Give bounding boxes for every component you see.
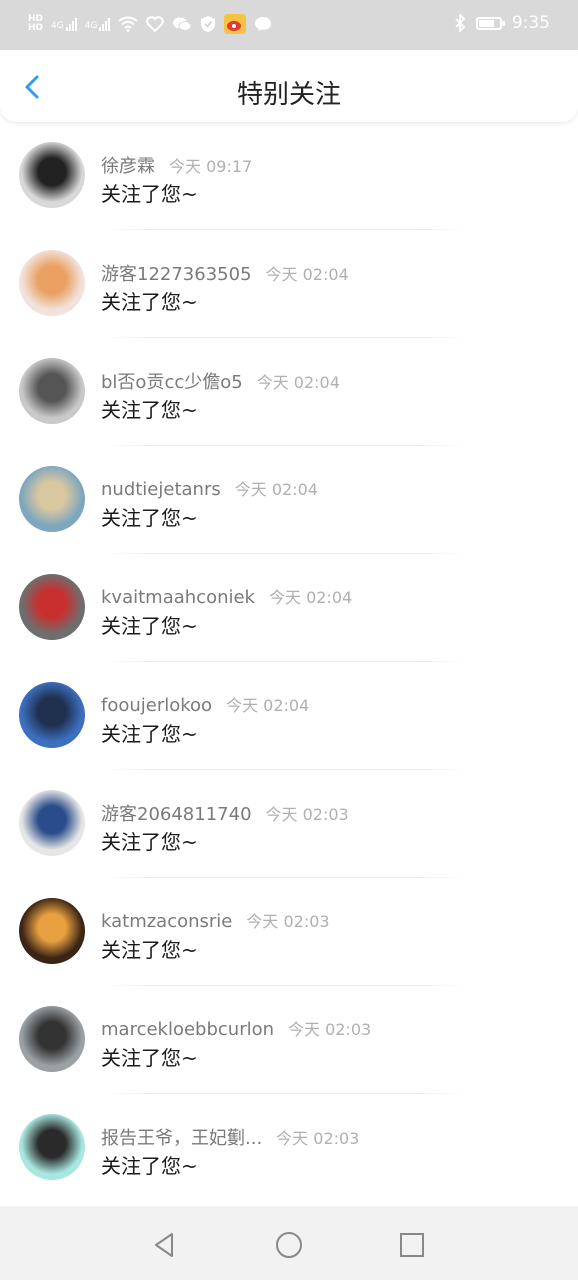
timestamp: 今天 02:04 [265, 265, 349, 284]
list-item[interactable]: katmzaconsrie 今天 02:03 关注了您~ [0, 878, 578, 986]
avatar[interactable] [19, 682, 85, 748]
timestamp: 今天 02:03 [265, 805, 349, 824]
user-name[interactable]: bl否o贡cc少儋o5 [101, 372, 243, 393]
user-name[interactable]: 徐彦霖 [101, 156, 155, 177]
timestamp: 今天 02:04 [256, 373, 340, 392]
system-nav-bar [0, 1206, 578, 1280]
signal-icon: 4G [85, 17, 111, 31]
timestamp: 今天 02:04 [226, 696, 310, 715]
wifi-icon [118, 16, 139, 32]
list-item[interactable]: bl否o贡cc少儋o5 今天 02:04 关注了您~ [0, 338, 578, 446]
list-item[interactable]: 报告王爷，王妃劐... 今天 02:03 关注了您~ [0, 1094, 578, 1202]
list-item[interactable]: marcekloebbcurlon 今天 02:03 关注了您~ [0, 986, 578, 1094]
weibo-icon [224, 14, 247, 34]
avatar[interactable] [19, 1006, 85, 1072]
avatar[interactable] [19, 358, 85, 424]
chat-bubble-icon [255, 17, 272, 31]
recents-square-icon[interactable] [397, 1230, 427, 1260]
list-item[interactable]: 游客1227363505 今天 02:04 关注了您~ [0, 230, 578, 338]
signal-icon: 4G [51, 17, 77, 31]
avatar[interactable] [19, 142, 85, 208]
notification-message: 关注了您~ [101, 1154, 198, 1178]
back-triangle-icon[interactable] [150, 1230, 180, 1260]
list-item[interactable]: fooujerlokoo 今天 02:04 关注了您~ [0, 662, 578, 770]
avatar[interactable] [19, 1114, 85, 1180]
timestamp: 今天 02:04 [234, 480, 318, 499]
user-name[interactable]: marcekloebbcurlon [101, 1019, 274, 1040]
notification-message: 关注了您~ [101, 614, 198, 638]
avatar[interactable] [19, 898, 85, 964]
user-name[interactable]: fooujerlokoo [101, 695, 212, 716]
user-name[interactable]: 游客2064811740 [101, 804, 252, 825]
timestamp: 今天 09:17 [169, 157, 253, 176]
home-circle-icon[interactable] [274, 1230, 304, 1260]
avatar[interactable] [19, 466, 85, 532]
list-item[interactable]: 徐彦霖 今天 09:17 关注了您~ [0, 122, 578, 230]
page-title: 特别关注 [236, 80, 341, 110]
notification-message: 关注了您~ [101, 290, 198, 314]
avatar[interactable] [19, 790, 85, 856]
status-bar: HD HD 4G 4G 9:35 [0, 0, 578, 50]
list-item[interactable]: nudtiejetanrs 今天 02:04 关注了您~ [0, 446, 578, 554]
notification-message: 关注了您~ [101, 830, 198, 854]
timestamp: 今天 02:03 [276, 1129, 360, 1148]
notification-message: 关注了您~ [101, 1046, 198, 1070]
notification-message: 关注了您~ [101, 182, 198, 206]
user-name[interactable]: 游客1227363505 [101, 264, 252, 285]
timestamp: 今天 02:03 [288, 1020, 372, 1039]
header-bar: 特别关注 [0, 50, 578, 122]
user-name[interactable]: 报告王爷，王妃劐... [101, 1128, 262, 1149]
avatar[interactable] [19, 250, 85, 316]
list-item[interactable]: kvaitmaahconiek 今天 02:04 关注了您~ [0, 554, 578, 662]
timestamp: 今天 02:04 [268, 588, 353, 607]
status-icons-left: HD HD 4G 4G [28, 14, 272, 34]
battery-icon [475, 16, 505, 30]
wechat-icon [173, 17, 192, 31]
status-time: 9:35 [511, 13, 550, 33]
notification-message: 关注了您~ [101, 938, 198, 962]
user-name[interactable]: kvaitmaahconiek [101, 587, 255, 608]
notification-list: 徐彦霖 今天 09:17 关注了您~ 游客1227363505 今天 02:04 关… [0, 122, 578, 1202]
bluetooth-icon [455, 14, 466, 32]
notification-message: 关注了您~ [101, 506, 198, 530]
heart-icon [146, 16, 165, 32]
avatar[interactable] [19, 574, 85, 640]
list-item[interactable]: 游客2064811740 今天 02:03 关注了您~ [0, 770, 578, 878]
shield-icon [201, 16, 216, 32]
notification-message: 关注了您~ [101, 398, 198, 422]
hd-icon: HD HD [28, 14, 44, 33]
notification-message: 关注了您~ [101, 722, 198, 746]
user-name[interactable]: nudtiejetanrs [101, 479, 221, 500]
user-name[interactable]: katmzaconsrie [101, 911, 232, 932]
status-icons-right: 9:35 [454, 13, 550, 33]
timestamp: 今天 02:03 [246, 912, 330, 931]
